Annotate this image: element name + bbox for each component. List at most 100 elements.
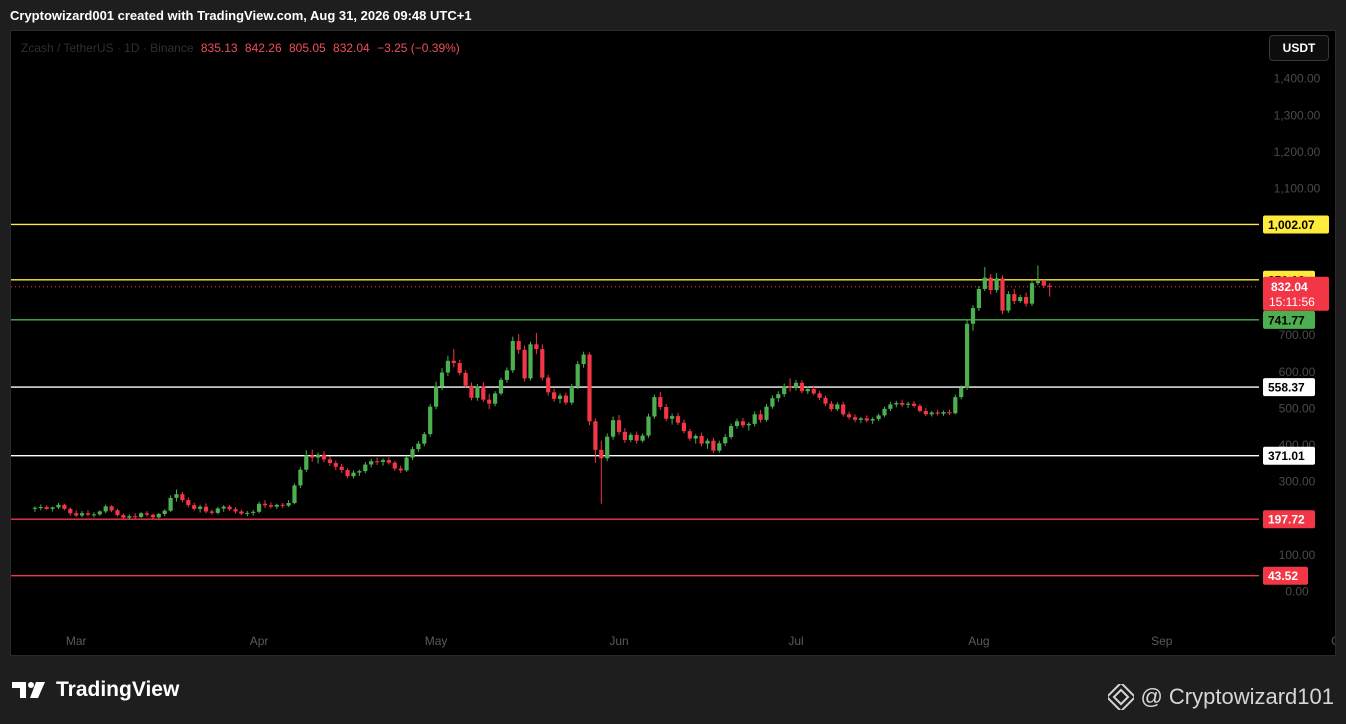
candle-body [469, 385, 474, 398]
candle-body [705, 440, 710, 444]
candle-body [292, 485, 297, 504]
candle-body [1024, 297, 1029, 304]
candle-body [422, 434, 427, 444]
candle-body [386, 460, 391, 463]
candle-body [463, 372, 468, 386]
candle-body [133, 516, 138, 518]
candle-body [1035, 280, 1040, 284]
candle-body [622, 431, 627, 440]
y-tick-label: 1,300.00 [1274, 108, 1321, 122]
candle-body [339, 466, 344, 471]
candle-body [982, 277, 987, 289]
candle-body [310, 455, 315, 458]
candle-body [782, 386, 787, 395]
candle-body [162, 510, 167, 514]
countdown-label: 15:11:56 [1269, 295, 1315, 309]
candle-body [965, 323, 970, 388]
x-tick-label: Oc [1331, 634, 1335, 648]
candle-body [268, 505, 273, 507]
candle-body [534, 344, 539, 350]
candle-body [817, 393, 822, 398]
level-label: 197.72 [1268, 513, 1305, 527]
x-tick-label: Jul [788, 634, 803, 648]
candle-body [729, 426, 734, 438]
candle-body [941, 412, 946, 414]
last-price-label: 832.04 [1271, 280, 1308, 294]
candle-body [652, 397, 657, 417]
candle-body [988, 277, 993, 291]
candle-body [776, 394, 781, 399]
tradingview-logo[interactable]: TradingView [12, 678, 179, 702]
candle-body [304, 455, 309, 470]
candle-body [900, 402, 905, 405]
candle-body [127, 516, 132, 518]
candle-body [829, 403, 834, 410]
candle-body [917, 405, 922, 412]
candle-body [616, 420, 622, 432]
candle-body [439, 372, 445, 387]
author-watermark: @ Cryptowizard101 [1108, 684, 1334, 710]
candle-body [858, 418, 863, 420]
currency-button[interactable]: USDT [1269, 35, 1329, 61]
candle-body [976, 288, 981, 309]
candle-body [62, 504, 67, 509]
candle-body [221, 506, 226, 509]
x-tick-label: May [425, 634, 448, 648]
candle-body [316, 454, 321, 458]
candle-body [734, 421, 740, 427]
chart-panel[interactable]: 0.00 100.00 300.00 400.00 500.00 600.00 700.00… [10, 30, 1336, 656]
watermark-text: @ Cryptowizard101 [1140, 684, 1334, 709]
candle-body [717, 443, 722, 451]
candle-body [351, 472, 356, 477]
candle-body [321, 454, 327, 460]
candle-body [587, 354, 592, 422]
candle-body [970, 308, 976, 324]
candle-body [1006, 294, 1011, 311]
candle-body [552, 392, 557, 399]
candle-body [504, 370, 509, 380]
candle-body [369, 461, 374, 465]
candle-body [770, 398, 775, 407]
candle-body [670, 416, 675, 419]
candle-body [457, 363, 462, 373]
candle-body [605, 436, 610, 459]
candle-body [528, 344, 533, 379]
candle-body [398, 468, 403, 471]
x-tick-label: Apr [250, 634, 269, 648]
candle-body [227, 506, 232, 510]
candle-body [174, 494, 179, 498]
candle-body [345, 470, 350, 477]
candle-body [498, 379, 504, 394]
candle-body [150, 514, 155, 518]
candle-body [640, 435, 645, 441]
candle-body [811, 389, 816, 394]
candle-body [510, 341, 515, 371]
candle-body [752, 414, 757, 424]
candle-body [1029, 283, 1035, 304]
symbol-title: Zcash / TetherUS · 1D · Binance [21, 41, 194, 55]
candle-body [746, 423, 751, 426]
ohlc-legend: Zcash / TetherUS · 1D · Binance 835.13 8… [21, 41, 460, 55]
candle-body [416, 443, 421, 450]
candlestick-chart[interactable]: 0.00100.00300.00400.00500.00600.00700.00… [11, 31, 1335, 655]
candle-body [935, 412, 940, 414]
candle-body [215, 508, 220, 513]
candle-body [44, 507, 49, 509]
candle-body [646, 416, 651, 436]
candle-body [681, 422, 686, 432]
candle-body [563, 395, 568, 403]
candle-body [445, 360, 450, 373]
candle-body [876, 415, 881, 420]
candle-body [841, 404, 846, 415]
candle-body [156, 513, 161, 518]
candle-body [1041, 280, 1046, 286]
legend-high: 842.26 [244, 41, 282, 55]
candle-body [1012, 294, 1017, 302]
x-tick-label: Aug [968, 634, 989, 648]
candle-body [581, 354, 586, 365]
candle-body [121, 515, 126, 518]
candle-body [115, 510, 120, 516]
candle-body [557, 395, 563, 399]
candle-body [575, 364, 580, 387]
candle-body [1000, 278, 1005, 311]
